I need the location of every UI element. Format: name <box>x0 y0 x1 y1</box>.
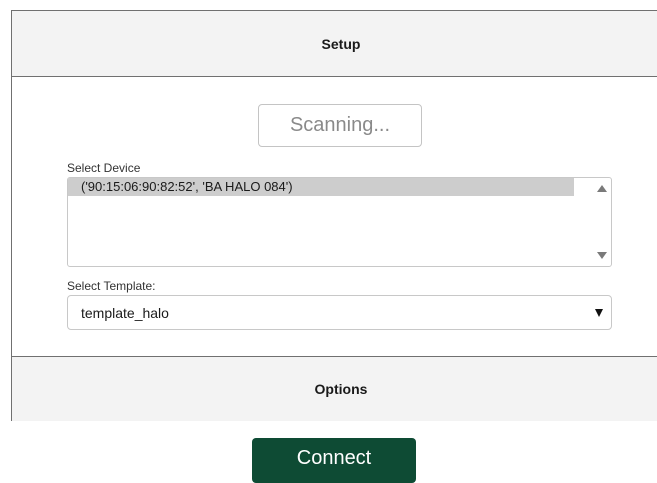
setup-title: Setup <box>321 35 361 52</box>
device-list-item[interactable]: ('90:15:06:90:82:52', 'BA HALO 084') <box>68 178 574 196</box>
setup-header: Setup <box>12 11 657 77</box>
triangle-up-icon[interactable] <box>597 185 607 192</box>
options-title: Options <box>314 381 368 397</box>
triangle-down-icon[interactable] <box>597 252 607 259</box>
select-template-label: Select Template: <box>67 279 156 293</box>
device-listbox[interactable]: ('90:15:06:90:82:52', 'BA HALO 084') <box>67 177 612 267</box>
caret-down-icon <box>595 309 603 317</box>
options-header[interactable]: Options <box>12 356 657 421</box>
template-select[interactable]: template_halo <box>67 295 612 330</box>
connect-button[interactable]: Connect <box>252 438 416 483</box>
select-device-label: Select Device <box>67 161 141 175</box>
template-select-value: template_halo <box>81 304 169 321</box>
scan-button[interactable]: Scanning... <box>258 104 422 147</box>
setup-panel: Setup Scanning... Select Device ('90:15:… <box>11 10 657 421</box>
